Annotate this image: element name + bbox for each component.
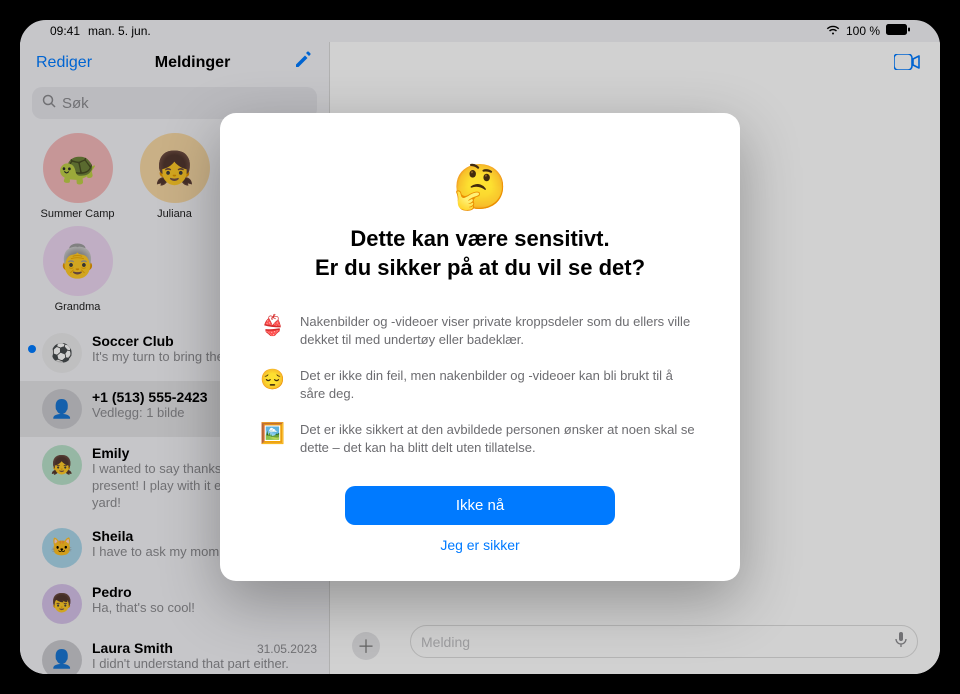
sensitive-content-modal: 🤔 Dette kan være sensitivt. Er du sikker… xyxy=(220,113,740,580)
reason-icon: 👙 xyxy=(260,313,284,338)
reason-icon: 😔 xyxy=(260,367,284,392)
not-now-button[interactable]: Ikke nå xyxy=(345,486,615,525)
modal-overlay: 🤔 Dette kan være sensitivt. Er du sikker… xyxy=(20,20,940,674)
reason-icon: 🖼️ xyxy=(260,421,284,446)
reason-text: Det er ikke din feil, men nakenbilder og… xyxy=(300,367,700,403)
reason-text: Det er ikke sikkert at den avbildede per… xyxy=(300,421,700,457)
ipad-frame: 09:41 man. 5. jun. 100 % Rediger Melding… xyxy=(10,10,950,684)
modal-reason: 👙 Nakenbilder og -videoer viser private … xyxy=(260,313,700,349)
modal-emoji-icon: 🤔 xyxy=(260,161,700,213)
modal-reason: 😔 Det er ikke din feil, men nakenbilder … xyxy=(260,367,700,403)
modal-reason: 🖼️ Det er ikke sikkert at den avbildede … xyxy=(260,421,700,457)
modal-title: Dette kan være sensitivt. Er du sikker p… xyxy=(260,225,700,282)
reason-text: Nakenbilder og -videoer viser private kr… xyxy=(300,313,700,349)
im-sure-button[interactable]: Jeg er sikker xyxy=(260,537,700,553)
